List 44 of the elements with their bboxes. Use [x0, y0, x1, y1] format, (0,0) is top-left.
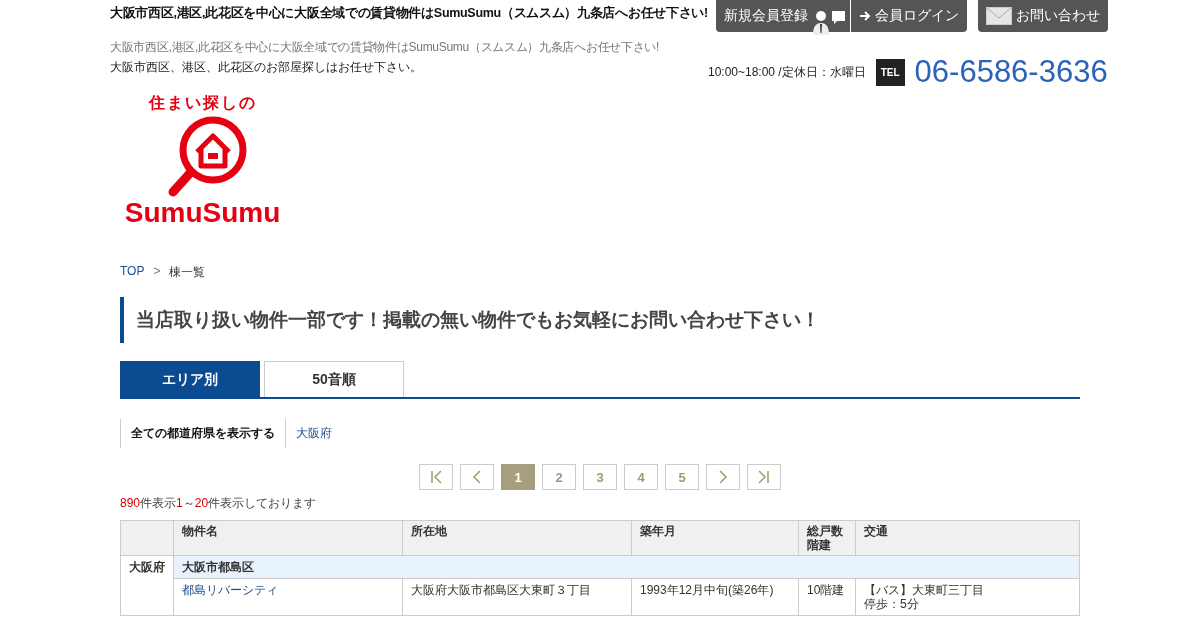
area-group-cell: 大阪市都島区: [173, 555, 1080, 579]
column-header: 築年月: [631, 520, 799, 556]
breadcrumb-link[interactable]: TOP: [120, 264, 145, 281]
result-count: 890件表示1～20件表示しております: [120, 495, 318, 512]
column-header: 交通: [855, 520, 1080, 556]
tel-badge: TEL: [875, 58, 905, 86]
site-tagline: 大阪市西区,港区,此花区を中心に大阪全域での賃貸物件はSumuSumu（スムスム）九条店へお任せ下さい!: [110, 5, 708, 22]
floors-cell: 10階建: [798, 578, 856, 616]
tab[interactable]: 50音順: [264, 361, 404, 397]
person-speech-bubble-icon: [811, 9, 846, 36]
tab[interactable]: エリア別: [120, 361, 260, 397]
contact-button[interactable]: お問い合わせ: [977, 0, 1108, 32]
breadcrumb-current: 棟一覧: [169, 264, 206, 281]
column-header: 物件名: [173, 520, 403, 556]
column-header: 所在地: [402, 520, 632, 556]
previous-page-button[interactable]: [460, 464, 494, 490]
chevron-right-icon: [717, 470, 729, 484]
register-button[interactable]: 新規会員登録: [715, 0, 850, 32]
table-header-cell: [120, 520, 174, 556]
page-heading: 当店取り扱い物件一部です！掲載の無い物件でもお気軽にお問い合わせ下さい！: [120, 297, 1080, 343]
next-page-button[interactable]: [706, 464, 740, 490]
column-header: 総戸数階建: [798, 520, 856, 556]
address-cell: 大阪府大阪市都島区大東町３丁目: [402, 578, 632, 616]
envelope-icon: [985, 7, 1012, 25]
prefecture-filter-link[interactable]: 全ての都道府県を表示する: [120, 419, 285, 448]
business-hours: 10:00~18:00 /定休日：水曜日: [707, 63, 866, 81]
site-subline: 大阪市西区,港区,此花区を中心に大阪全域での賃貸物件はSumuSumu（スムスム）九条店へお任せ下さい!: [110, 39, 661, 56]
first-page-button[interactable]: [419, 464, 453, 490]
login-button[interactable]: 会員ログイン: [850, 0, 967, 32]
chevron-left-icon: [471, 470, 483, 484]
logo-wordmark: SumuSumu: [124, 198, 281, 228]
first-page-icon: [430, 470, 442, 484]
phone-number: 06-6586-3636: [914, 54, 1108, 90]
arrow-icon: [858, 10, 871, 22]
last-page-button[interactable]: [747, 464, 781, 490]
access-cell: 【バス】大東町三丁目 停歩：5分: [855, 578, 1080, 616]
prefecture-filter-link[interactable]: 大阪府: [285, 419, 342, 448]
built-date-cell: 1993年12月中旬(築26年): [631, 578, 799, 616]
prefecture-cell: 大阪府: [120, 555, 174, 616]
property-name-link[interactable]: 都島リバーシティ: [182, 583, 278, 597]
breadcrumb-separator: >: [153, 264, 161, 280]
last-page-icon: [758, 470, 770, 484]
lead-text: 大阪市西区、港区、此花区のお部屋探しはお任せ下さい。: [110, 59, 423, 76]
logo-tagline: 住まい探しの: [148, 94, 257, 112]
